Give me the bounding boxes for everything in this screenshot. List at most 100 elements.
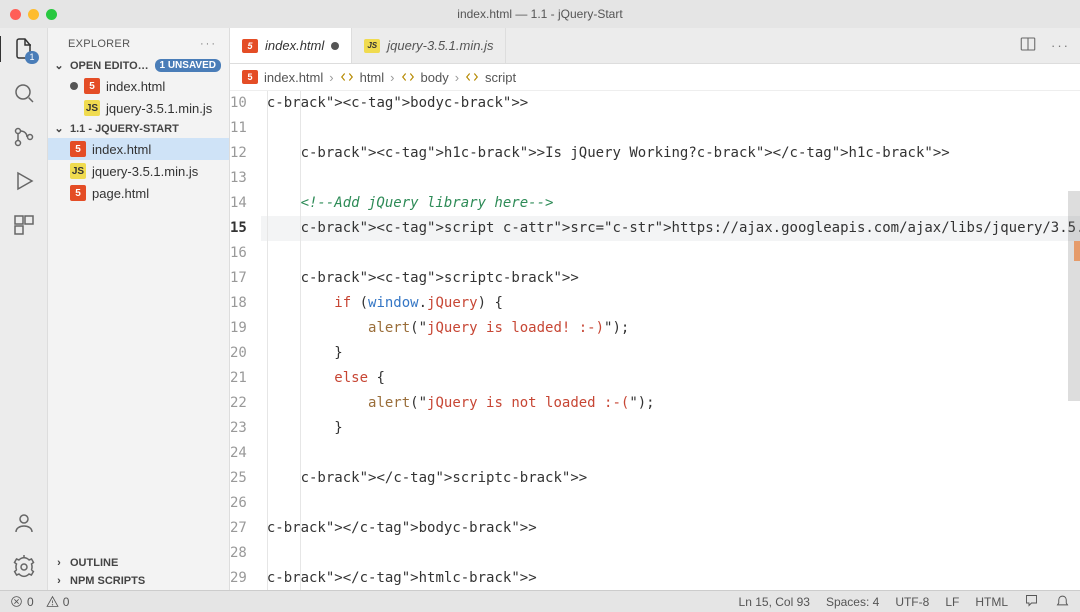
code-line[interactable]: c-brack"></c-tag">bodyc-brack">> xyxy=(261,516,1080,541)
html-file-icon: 5 xyxy=(84,78,100,94)
tab-label: jquery-3.5.1.min.js xyxy=(387,38,493,53)
file-item[interactable]: JS jquery-3.5.1.min.js xyxy=(48,160,229,182)
source-control-icon[interactable] xyxy=(11,124,37,150)
editor-area: 5 index.html JS jquery-3.5.1.min.js ··· … xyxy=(230,28,1080,590)
file-name: jquery-3.5.1.min.js xyxy=(106,101,212,116)
crumb[interactable]: script xyxy=(485,70,516,85)
crumb[interactable]: html xyxy=(360,70,385,85)
file-name: index.html xyxy=(92,142,151,157)
code-line[interactable]: c-brack"></c-tag">htmlc-brack">> xyxy=(261,566,1080,590)
warning-count: 0 xyxy=(63,595,70,609)
error-count: 0 xyxy=(27,595,34,609)
file-name: index.html xyxy=(106,79,165,94)
code-line[interactable]: c-brack"></c-tag">scriptc-brack">> xyxy=(261,466,1080,491)
chevron-right-icon: › xyxy=(52,575,66,587)
encoding[interactable]: UTF-8 xyxy=(895,595,929,609)
code-line[interactable]: c-brack"><c-tag">bodyc-brack">> xyxy=(261,91,1080,116)
file-item[interactable]: 5 index.html xyxy=(48,138,229,160)
code-line[interactable]: c-brack"><c-tag">h1c-brack">>Is jQuery W… xyxy=(261,141,1080,166)
html-file-icon: 5 xyxy=(242,70,258,84)
code-line[interactable]: <!--Add jQuery library here--> xyxy=(261,191,1080,216)
code-content[interactable]: c-brack"><c-tag">bodyc-brack">> c-brack"… xyxy=(261,91,1080,590)
minimize-window-icon[interactable] xyxy=(28,9,39,20)
html-file-icon: 5 xyxy=(70,141,86,157)
sidebar-more-icon[interactable]: ··· xyxy=(200,38,217,50)
outline-section[interactable]: › OUTLINE xyxy=(48,554,229,572)
chevron-right-icon: › xyxy=(52,557,66,569)
accounts-icon[interactable] xyxy=(11,510,37,536)
chevron-right-icon: › xyxy=(329,70,333,85)
html-file-icon: 5 xyxy=(70,185,86,201)
activity-bar: 1 xyxy=(0,28,48,590)
feedback-icon[interactable] xyxy=(1024,593,1039,611)
open-editor-item[interactable]: 5 index.html xyxy=(48,75,229,97)
npm-scripts-section[interactable]: › NPM SCRIPTS xyxy=(48,572,229,590)
explorer-badge: 1 xyxy=(25,51,38,64)
js-file-icon: JS xyxy=(84,100,100,116)
scrollbar-thumb[interactable] xyxy=(1068,191,1080,401)
dirty-dot-icon xyxy=(331,42,339,50)
code-line[interactable]: } xyxy=(261,416,1080,441)
editor-tabs: 5 index.html JS jquery-3.5.1.min.js ··· xyxy=(230,28,1080,64)
search-icon[interactable] xyxy=(11,80,37,106)
overview-ruler-marker xyxy=(1074,241,1080,261)
unsaved-badge: 1 UNSAVED xyxy=(155,59,222,72)
code-line[interactable] xyxy=(261,491,1080,516)
open-editors-label: OPEN EDITO… xyxy=(70,60,149,72)
problems-warnings[interactable]: 0 xyxy=(46,595,70,609)
crumb[interactable]: body xyxy=(421,70,449,85)
code-line[interactable]: c-brack"><c-tag">scriptc-brack">> xyxy=(261,266,1080,291)
breadcrumbs[interactable]: 5 index.html › html › body › script xyxy=(230,64,1080,91)
js-file-icon: JS xyxy=(364,39,380,53)
tag-icon xyxy=(401,70,415,84)
code-line[interactable] xyxy=(261,541,1080,566)
extensions-icon[interactable] xyxy=(11,212,37,238)
folder-section[interactable]: ⌄ 1.1 - JQUERY-START xyxy=(48,119,229,138)
code-line[interactable] xyxy=(261,116,1080,141)
crumb[interactable]: index.html xyxy=(264,70,323,85)
split-editor-icon[interactable] xyxy=(1019,35,1037,56)
modified-dot-icon xyxy=(70,82,78,90)
explorer-icon[interactable]: 1 xyxy=(11,36,37,62)
window-title: index.html — 1.1 - jQuery-Start xyxy=(0,7,1080,21)
tag-icon xyxy=(465,70,479,84)
npm-label: NPM SCRIPTS xyxy=(70,575,145,587)
settings-gear-icon[interactable] xyxy=(11,554,37,580)
code-line[interactable]: alert("jQuery is loaded! :-)"); xyxy=(261,316,1080,341)
code-line[interactable] xyxy=(261,166,1080,191)
js-file-icon: JS xyxy=(70,163,86,179)
code-line[interactable]: } xyxy=(261,341,1080,366)
code-editor[interactable]: 1011121314151617181920212223242526272829… xyxy=(230,91,1080,590)
notification-bell-icon[interactable] xyxy=(1055,593,1070,611)
indentation[interactable]: Spaces: 4 xyxy=(826,595,879,609)
chevron-down-icon: ⌄ xyxy=(52,59,66,72)
language-mode[interactable]: HTML xyxy=(975,595,1008,609)
open-editors-section[interactable]: ⌄ OPEN EDITO… 1 UNSAVED xyxy=(48,56,229,75)
run-debug-icon[interactable] xyxy=(11,168,37,194)
tab-label: index.html xyxy=(265,38,324,53)
tag-icon xyxy=(340,70,354,84)
more-actions-icon[interactable]: ··· xyxy=(1051,38,1070,53)
status-bar: 0 0 Ln 15, Col 93 Spaces: 4 UTF-8 LF HTM… xyxy=(0,590,1080,612)
html-file-icon: 5 xyxy=(242,39,258,53)
code-line[interactable]: if (window.jQuery) { xyxy=(261,291,1080,316)
code-line[interactable]: c-brack"><c-tag">script c-attr">src="c-s… xyxy=(261,216,1080,241)
folder-label: 1.1 - JQUERY-START xyxy=(70,123,179,135)
maximize-window-icon[interactable] xyxy=(46,9,57,20)
tab-jquery-min-js[interactable]: JS jquery-3.5.1.min.js xyxy=(352,28,506,63)
problems-errors[interactable]: 0 xyxy=(10,595,34,609)
code-line[interactable] xyxy=(261,441,1080,466)
window-controls xyxy=(10,9,57,20)
close-window-icon[interactable] xyxy=(10,9,21,20)
open-editor-item[interactable]: JS jquery-3.5.1.min.js xyxy=(48,97,229,119)
code-line[interactable] xyxy=(261,241,1080,266)
line-number-gutter: 1011121314151617181920212223242526272829 xyxy=(230,91,261,590)
code-line[interactable]: else { xyxy=(261,366,1080,391)
eol[interactable]: LF xyxy=(945,595,959,609)
sidebar-title: EXPLORER xyxy=(68,38,130,50)
cursor-position[interactable]: Ln 15, Col 93 xyxy=(739,595,810,609)
chevron-down-icon: ⌄ xyxy=(52,122,66,135)
file-item[interactable]: 5 page.html xyxy=(48,182,229,204)
code-line[interactable]: alert("jQuery is not loaded :-("); xyxy=(261,391,1080,416)
tab-index-html[interactable]: 5 index.html xyxy=(230,28,352,63)
